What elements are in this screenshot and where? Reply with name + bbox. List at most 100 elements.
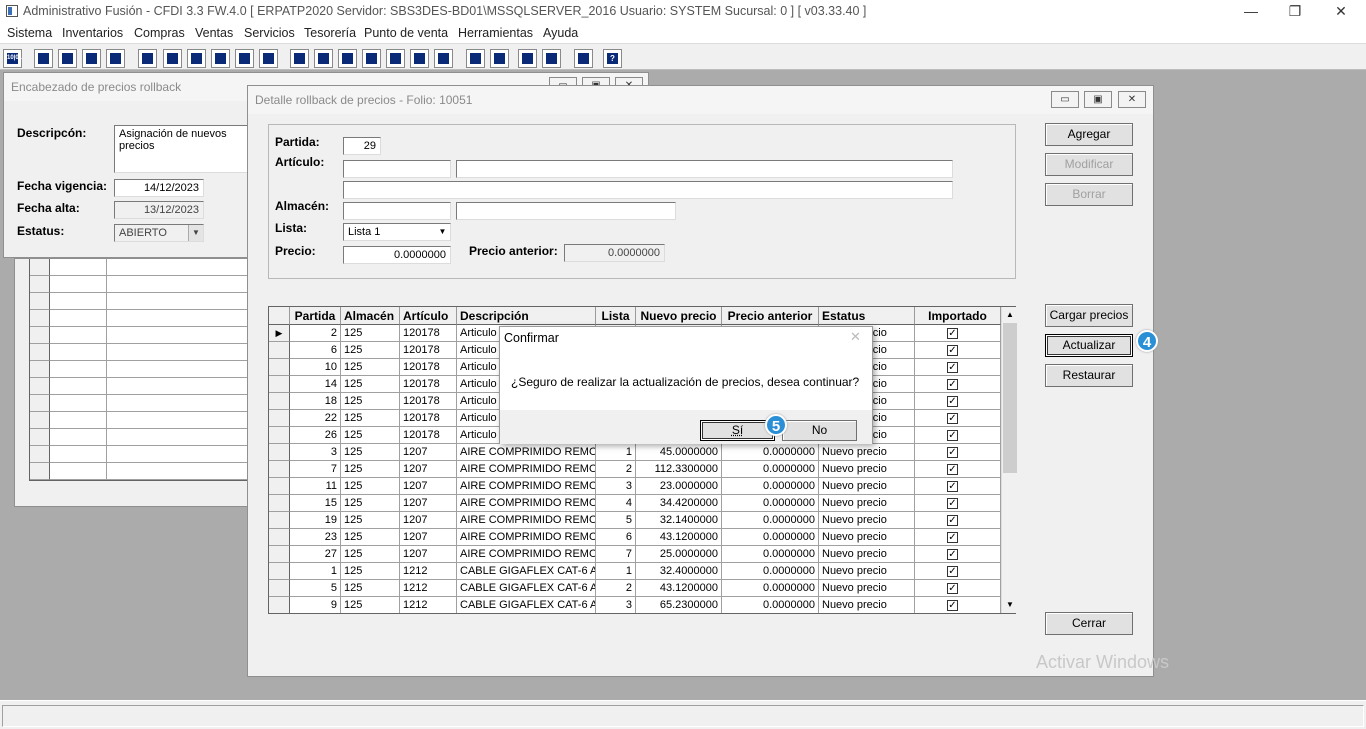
grid-cell[interactable]: 27: [290, 546, 341, 563]
articulo-name-field[interactable]: [456, 160, 953, 178]
search-doc-icon[interactable]: [106, 49, 125, 68]
menu-herramientas[interactable]: Herramientas: [458, 26, 533, 40]
importado-checkbox[interactable]: ✓: [947, 566, 958, 577]
menu-tesoreria[interactable]: Tesorería: [304, 26, 356, 40]
menu-compras[interactable]: Compras: [134, 26, 185, 40]
row-header[interactable]: [269, 427, 290, 444]
grid-cell[interactable]: Nuevo precio: [819, 461, 915, 478]
grid-cell[interactable]: 65.2300000: [636, 597, 722, 613]
importado-checkbox[interactable]: ✓: [947, 447, 958, 458]
calculator-icon[interactable]: 10|01: [3, 49, 22, 68]
table-icon[interactable]: [434, 49, 453, 68]
grid-cell[interactable]: Nuevo precio: [819, 444, 915, 461]
importado-cell[interactable]: ✓: [915, 410, 1001, 427]
row-header[interactable]: [269, 529, 290, 546]
header-grid-cell[interactable]: [50, 361, 107, 378]
clipboard-icon[interactable]: [58, 49, 77, 68]
grid-cell[interactable]: AIRE COMPRIMIDO REMOV: [457, 444, 596, 461]
column-header[interactable]: Importado: [915, 307, 1001, 325]
header-grid-row-header[interactable]: [30, 446, 50, 463]
grid-cell[interactable]: 120178: [400, 359, 457, 376]
restaurar-button[interactable]: Restaurar: [1045, 364, 1133, 387]
almacen-name-field[interactable]: [456, 202, 676, 220]
estatus-select[interactable]: ABIERTO ▼: [114, 224, 204, 242]
row-header[interactable]: [269, 512, 290, 529]
grid-cell[interactable]: 23.0000000: [636, 478, 722, 495]
grid-cell[interactable]: 125: [341, 376, 400, 393]
importado-checkbox[interactable]: ✓: [947, 396, 958, 407]
column-header[interactable]: Artículo: [400, 307, 457, 325]
grid-cell[interactable]: Nuevo precio: [819, 563, 915, 580]
importado-checkbox[interactable]: ✓: [947, 430, 958, 441]
scroll-thumb[interactable]: [1003, 323, 1017, 473]
grid-cell[interactable]: 125: [341, 478, 400, 495]
cerrar-button[interactable]: Cerrar: [1045, 612, 1133, 635]
header-grid-row-header[interactable]: [30, 395, 50, 412]
grid-cell[interactable]: 1212: [400, 563, 457, 580]
row-header[interactable]: [269, 563, 290, 580]
user-icon[interactable]: [138, 49, 157, 68]
printer-icon[interactable]: [211, 49, 230, 68]
modificar-button[interactable]: Modificar: [1045, 153, 1133, 176]
dollar-icon[interactable]: [386, 49, 405, 68]
grid-cell[interactable]: 125: [341, 461, 400, 478]
importado-cell[interactable]: ✓: [915, 546, 1001, 563]
grid-cell[interactable]: 125: [341, 495, 400, 512]
report-icon[interactable]: [410, 49, 429, 68]
cargar-precios-button[interactable]: Cargar precios: [1045, 304, 1133, 327]
header-grid-cell[interactable]: [50, 327, 107, 344]
grid-cell[interactable]: AIRE COMPRIMIDO REMOV: [457, 529, 596, 546]
row-header[interactable]: [269, 376, 290, 393]
grid-cell[interactable]: 125: [341, 512, 400, 529]
descripcion-field[interactable]: Asignación de nuevos precios: [114, 125, 254, 173]
grid-cell[interactable]: 125: [341, 444, 400, 461]
grid-cell[interactable]: 1: [290, 563, 341, 580]
importado-cell[interactable]: ✓: [915, 495, 1001, 512]
grid-cell[interactable]: 19: [290, 512, 341, 529]
importado-cell[interactable]: ✓: [915, 393, 1001, 410]
grid-cell[interactable]: 3: [596, 597, 636, 613]
importado-checkbox[interactable]: ✓: [947, 515, 958, 526]
grid-cell[interactable]: 0.0000000: [722, 580, 819, 597]
grid-cell[interactable]: 125: [341, 597, 400, 613]
grid-cell[interactable]: 1207: [400, 529, 457, 546]
importado-checkbox[interactable]: ✓: [947, 481, 958, 492]
importado-cell[interactable]: ✓: [915, 478, 1001, 495]
si-button[interactable]: Sí: [700, 420, 775, 441]
column-header[interactable]: Nuevo precio: [636, 307, 722, 325]
importado-cell[interactable]: ✓: [915, 529, 1001, 546]
importado-checkbox[interactable]: ✓: [947, 379, 958, 390]
lista-select[interactable]: Lista 1 ▼: [343, 223, 451, 241]
grid-cell[interactable]: CABLE GIGAFLEX CAT-6 AZ: [457, 597, 596, 613]
grid-cell[interactable]: 43.1200000: [636, 580, 722, 597]
grid-cell[interactable]: 1212: [400, 597, 457, 613]
header-grid-cell[interactable]: [107, 412, 248, 429]
almacen-code-field[interactable]: [343, 202, 451, 220]
articulo-desc-field[interactable]: [343, 181, 953, 199]
hand-doc-icon[interactable]: [187, 49, 206, 68]
row-header[interactable]: [269, 495, 290, 512]
grid-cell[interactable]: AIRE COMPRIMIDO REMOV: [457, 478, 596, 495]
grid-cell[interactable]: 125: [341, 325, 400, 342]
grid-cell[interactable]: 10: [290, 359, 341, 376]
refresh-icon[interactable]: [518, 49, 537, 68]
header-grid-row-header[interactable]: [30, 463, 50, 480]
list-icon[interactable]: [259, 49, 278, 68]
header-grid-cell[interactable]: [50, 378, 107, 395]
column-header[interactable]: Partida: [290, 307, 341, 325]
header-grid-cell[interactable]: [50, 429, 107, 446]
folder-icon[interactable]: [163, 49, 182, 68]
grid-cell[interactable]: 2: [596, 580, 636, 597]
grid-cell[interactable]: 0.0000000: [722, 478, 819, 495]
importado-cell[interactable]: ✓: [915, 597, 1001, 613]
help-icon[interactable]: ?: [603, 49, 622, 68]
grid-cell[interactable]: 0.0000000: [722, 597, 819, 613]
zoom-icon[interactable]: [490, 49, 509, 68]
grid-cell[interactable]: 120178: [400, 376, 457, 393]
grid-cell[interactable]: 4: [596, 495, 636, 512]
importado-checkbox[interactable]: ✓: [947, 413, 958, 424]
importado-cell[interactable]: ✓: [915, 444, 1001, 461]
importado-cell[interactable]: ✓: [915, 512, 1001, 529]
importado-cell[interactable]: ✓: [915, 359, 1001, 376]
restore-button[interactable]: ❐: [1272, 0, 1318, 24]
